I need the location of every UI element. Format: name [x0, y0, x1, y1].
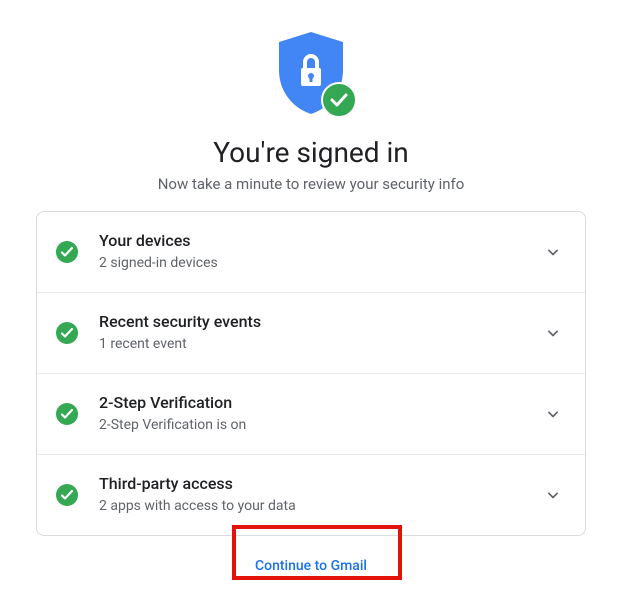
- row-sub: 1 recent event: [99, 335, 531, 355]
- row-sub: 2 signed-in devices: [99, 254, 531, 274]
- row-your-devices[interactable]: Your devices 2 signed-in devices: [37, 212, 585, 293]
- row-title: Third-party access: [99, 473, 531, 495]
- chevron-down-icon: [543, 323, 563, 343]
- security-checkup-panel: You're signed in Now take a minute to re…: [0, 0, 622, 574]
- row-text: Your devices 2 signed-in devices: [99, 230, 531, 274]
- row-title: 2-Step Verification: [99, 392, 531, 414]
- check-circle-icon: [55, 321, 79, 345]
- shield-lock-icon: [275, 30, 347, 120]
- page-title: You're signed in: [36, 136, 586, 169]
- row-title: Your devices: [99, 230, 531, 252]
- hero: You're signed in Now take a minute to re…: [36, 20, 586, 193]
- row-text: Recent security events 1 recent event: [99, 311, 531, 355]
- check-circle-icon: [55, 240, 79, 264]
- row-2-step-verification[interactable]: 2-Step Verification 2-Step Verification …: [37, 374, 585, 455]
- chevron-down-icon: [543, 404, 563, 424]
- security-card: Your devices 2 signed-in devices Recent …: [36, 211, 586, 536]
- row-sub: 2-Step Verification is on: [99, 416, 531, 436]
- row-third-party-access[interactable]: Third-party access 2 apps with access to…: [37, 455, 585, 535]
- row-text: Third-party access 2 apps with access to…: [99, 473, 531, 517]
- chevron-down-icon: [543, 485, 563, 505]
- row-title: Recent security events: [99, 311, 531, 333]
- row-text: 2-Step Verification 2-Step Verification …: [99, 392, 531, 436]
- row-recent-security-events[interactable]: Recent security events 1 recent event: [37, 293, 585, 374]
- check-badge-icon: [321, 82, 357, 122]
- row-sub: 2 apps with access to your data: [99, 497, 531, 517]
- footer: Continue to Gmail: [36, 536, 586, 574]
- chevron-down-icon: [543, 242, 563, 262]
- continue-to-gmail-link[interactable]: Continue to Gmail: [255, 558, 367, 574]
- check-circle-icon: [55, 402, 79, 426]
- check-circle-icon: [55, 483, 79, 507]
- page-subtitle: Now take a minute to review your securit…: [36, 175, 586, 193]
